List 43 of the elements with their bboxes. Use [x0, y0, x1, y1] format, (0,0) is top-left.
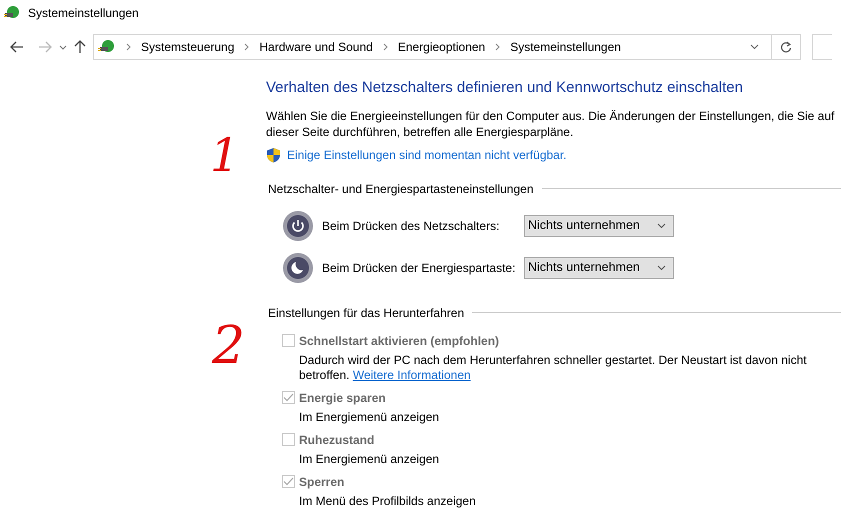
chevron-icon [244, 43, 250, 51]
up-arrow-icon [74, 40, 86, 54]
intro-text: Wählen Sie die Energieeinstellungen für den Computer aus. Die Änderungen der Einstellungen, die Sie auf dieser Seite durchführen, betreffen alle Energiesparpläne. [266, 108, 836, 140]
chevron-down-icon [657, 222, 666, 228]
page-heading: Verhalten des Netzschalters definieren und Kennwortschutz einschalten [266, 78, 744, 98]
chevron-icon [126, 43, 131, 51]
breadcrumb-item[interactable]: Hardware und Sound [259, 38, 373, 56]
setting-label: Beim Drücken des Netzschalters: [322, 218, 500, 234]
dropdown-chevron-icon[interactable] [750, 44, 759, 50]
forward-arrow-icon [38, 41, 52, 53]
power-icon [282, 210, 314, 242]
address-bar[interactable]: Systemsteuerung Hardware und Sound Energieoptionen Systemeinstellungen [93, 34, 801, 60]
breadcrumb-item[interactable]: Systemeinstellungen [510, 38, 621, 56]
window-title: Systemeinstellungen [28, 5, 139, 22]
shield-icon [266, 146, 281, 162]
control-panel-icon [98, 39, 116, 55]
option-label: Energie sparen [299, 390, 386, 406]
option-description: Im Energiemenü anzeigen [298, 452, 440, 466]
chevron-down-icon [59, 44, 67, 50]
breadcrumb-item[interactable]: Systemsteuerung [141, 38, 234, 56]
option-description: Im Menü des Profilbilds anzeigen [298, 494, 477, 508]
section-title: Netzschalter- und Energiespartasteneinstellungen [267, 180, 534, 198]
option-label: Schnellstart aktivieren (empfohlen) [299, 332, 500, 350]
search-field[interactable] [812, 34, 832, 60]
option-description: Im Energiemenü anzeigen [298, 410, 440, 424]
chevron-down-icon [657, 264, 666, 270]
option-label: Sperren [299, 474, 344, 490]
chevron-icon [382, 43, 388, 51]
breadcrumb-item[interactable]: Energieoptionen [398, 38, 486, 56]
section-title: Einstellungen für das Herunterfahren [267, 304, 464, 322]
moon-button-icon [282, 252, 314, 284]
refresh-icon[interactable] [780, 41, 792, 53]
action-dropdown[interactable]: Nichts unternehmen [524, 256, 674, 278]
handwritten-annotation: 1 [210, 130, 240, 180]
action-dropdown[interactable]: Nichts unternehmen [524, 214, 674, 236]
setting-label: Beim Drücken der Energiespartaste: [322, 260, 516, 276]
option-description: Dadurch wird der PC nach dem Herunterfahren schneller gestartet. Der Neustart ist davon nicht betroffen. Weitere Informationen [298, 352, 808, 382]
handwritten-annotation: 2 [212, 318, 246, 374]
chevron-icon [495, 43, 500, 51]
back-arrow-icon [10, 41, 24, 53]
app-icon [4, 5, 20, 21]
option-label: Ruhezustand [299, 432, 374, 448]
admin-settings-link[interactable]: Einige Einstellungen sind momentan nicht verfügbar. [287, 146, 567, 164]
